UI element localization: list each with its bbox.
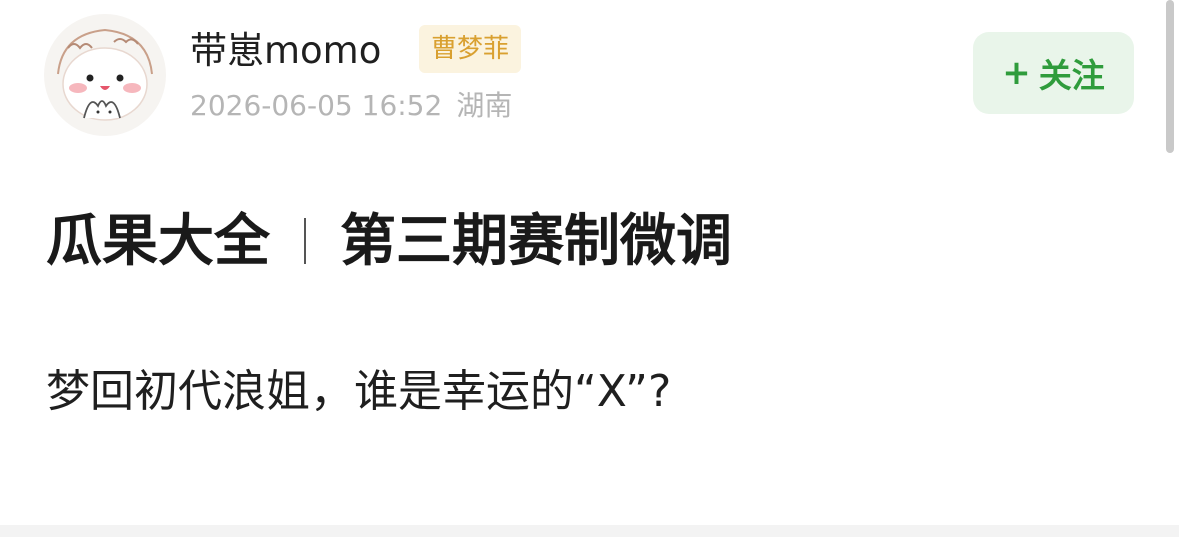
avatar[interactable] bbox=[44, 14, 166, 136]
post-title: 瓜果大全 第三期赛制微调 bbox=[46, 202, 732, 282]
follow-button[interactable]: + 关注 bbox=[973, 32, 1134, 114]
post-title-left: 瓜果大全 bbox=[46, 209, 270, 274]
title-divider bbox=[304, 217, 306, 264]
post-title-right: 第三期赛制微调 bbox=[340, 209, 732, 274]
section-divider bbox=[0, 525, 1179, 537]
post-meta: 2026-06-05 16:52 湖南 bbox=[190, 86, 512, 126]
post-body: 梦回初代浪姐，谁是幸运的“X”? bbox=[46, 366, 672, 417]
scrollbar[interactable] bbox=[1166, 0, 1174, 153]
plus-icon: + bbox=[1002, 53, 1031, 93]
cartoon-avatar-icon bbox=[57, 28, 153, 121]
author-tag-badge[interactable]: 曹梦菲 bbox=[419, 25, 522, 73]
follow-button-label: 关注 bbox=[1038, 56, 1105, 95]
post-page: 带崽momo 曹梦菲 2026-06-05 16:52 湖南 + 关注 瓜果大全 第… bbox=[0, 0, 1179, 537]
author-name[interactable]: 带崽momo bbox=[190, 26, 381, 76]
post-location: 湖南 bbox=[456, 89, 513, 122]
post-timestamp: 2026-06-05 16:52 bbox=[190, 89, 443, 122]
